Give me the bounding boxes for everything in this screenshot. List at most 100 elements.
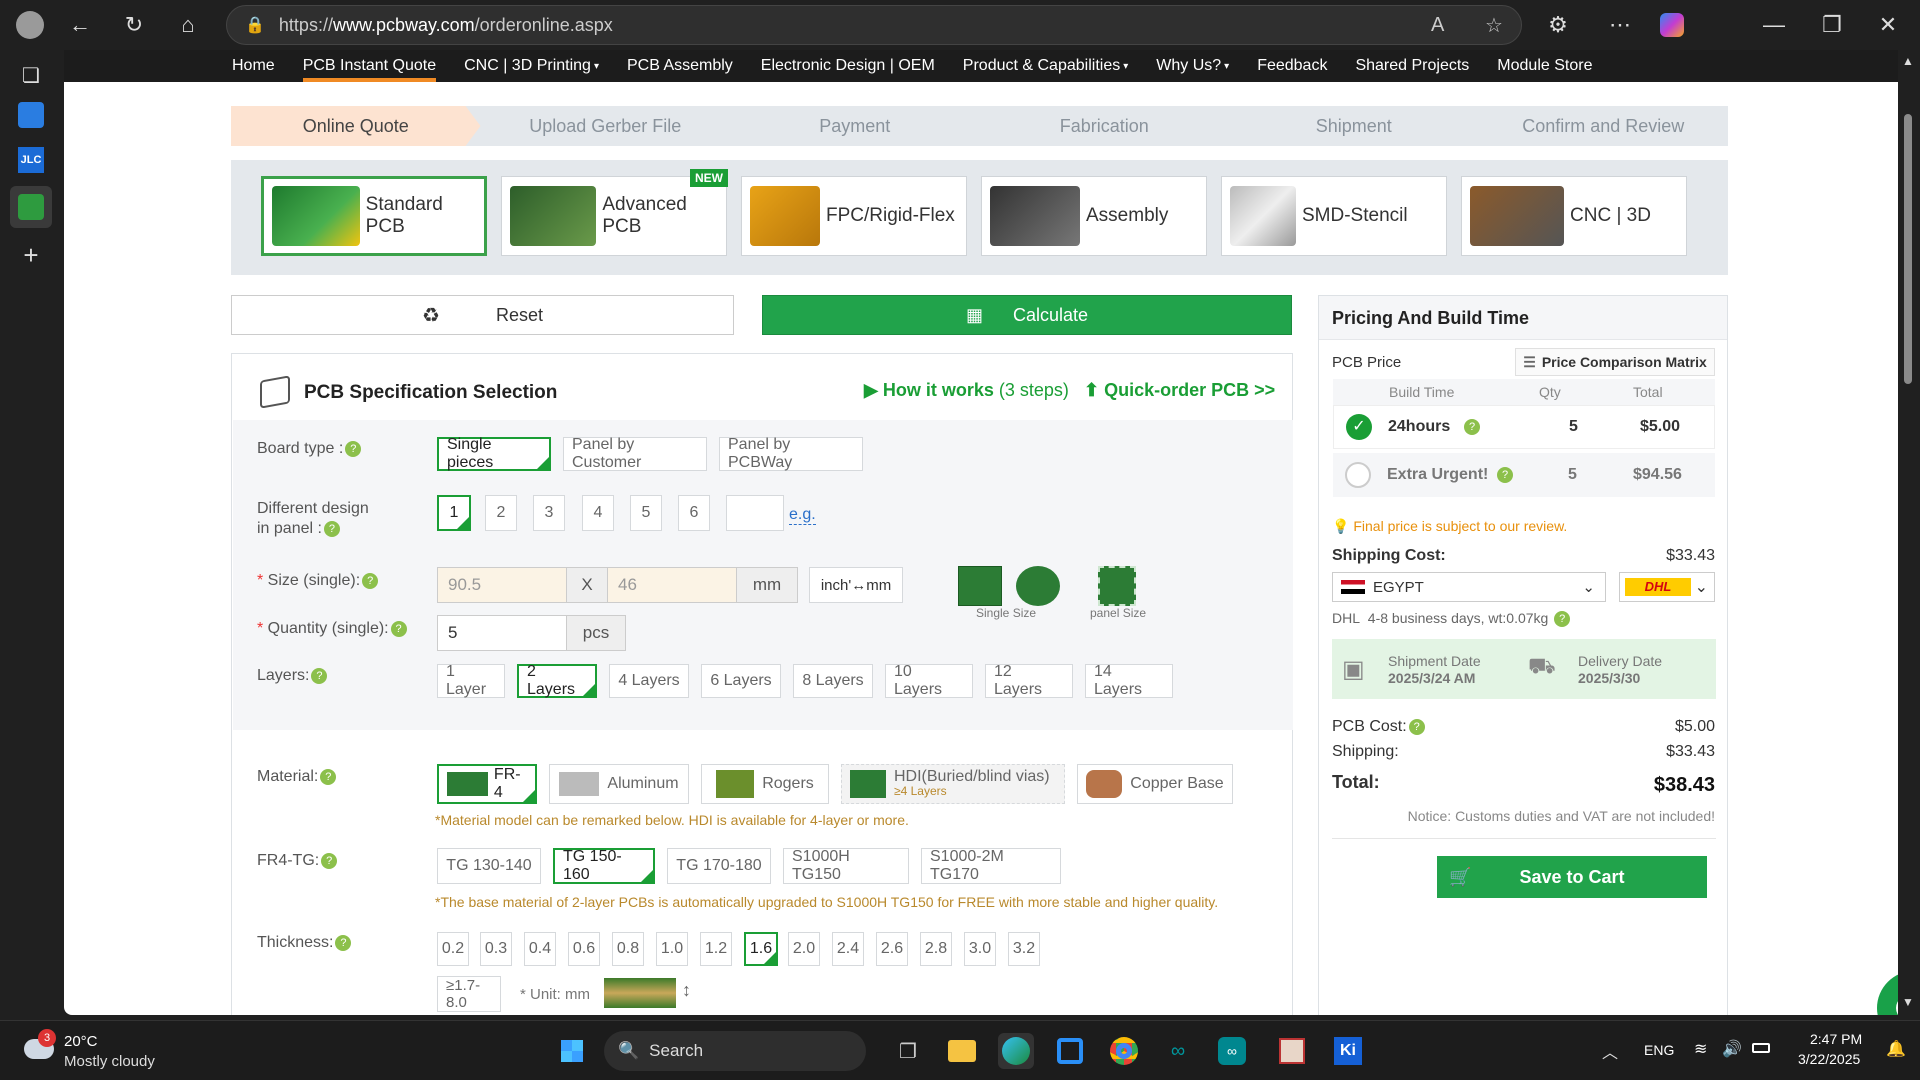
tg-130[interactable]: TG 130-140 — [437, 848, 541, 884]
eg-link[interactable]: e.g. — [789, 506, 816, 525]
board-type-single[interactable]: Single pieces — [437, 436, 551, 471]
thickness-option[interactable]: 3.0 — [964, 932, 996, 966]
thickness-option[interactable]: 3.2 — [1008, 932, 1040, 966]
thickness-option[interactable]: 2.6 — [876, 932, 908, 966]
product-smd-stencil[interactable]: SMD-Stencil — [1221, 176, 1447, 256]
weather-widget[interactable]: 3 20°C Mostly cloudy — [20, 1029, 180, 1073]
save-to-cart-button[interactable]: 🛒 Save to Cart — [1437, 856, 1707, 898]
clock-time[interactable]: 2:47 PM — [1810, 1031, 1862, 1047]
thickness-extra[interactable]: ≥1.7-8.0 — [437, 976, 501, 1012]
nav-cnc[interactable]: CNC | 3D Printing ▾ — [464, 50, 599, 82]
size-y-input[interactable]: 46 — [607, 567, 737, 603]
file-explorer-icon[interactable] — [944, 1033, 980, 1069]
nav-module-store[interactable]: Module Store — [1497, 50, 1592, 82]
thickness-option[interactable]: 2.8 — [920, 932, 952, 966]
nav-pcb-instant-quote[interactable]: PCB Instant Quote — [302, 50, 437, 82]
material-aluminum[interactable]: Aluminum — [549, 764, 689, 804]
quick-order-link[interactable]: ⬆ Quick-order PCB >> — [1084, 380, 1275, 401]
nav-why-us[interactable]: Why Us? ▾ — [1156, 50, 1229, 82]
close-icon[interactable]: ✕ — [1866, 3, 1910, 47]
arduino-icon[interactable]: ∞ — [1160, 1033, 1196, 1069]
thickness-option[interactable]: 0.2 — [437, 932, 469, 966]
thickness-option[interactable]: 0.4 — [524, 932, 556, 966]
nav-shared-projects[interactable]: Shared Projects — [1355, 50, 1469, 82]
layers-4[interactable]: 4 Layers — [609, 664, 689, 698]
thickness-option[interactable]: 1.2 — [700, 932, 732, 966]
country-select[interactable]: EGYPT ⌄ — [1332, 572, 1606, 602]
material-rogers[interactable]: Rogers — [701, 764, 829, 804]
notification-bell-icon[interactable]: 🔔 — [1886, 1039, 1906, 1059]
clock-date[interactable]: 3/22/2025 — [1798, 1051, 1860, 1067]
thickness-option[interactable]: 2.4 — [832, 932, 864, 966]
page-scrollbar[interactable]: ▲ ▼ — [1898, 50, 1920, 1015]
layers-2[interactable]: 2 Layers — [517, 663, 597, 698]
nav-electronic-design[interactable]: Electronic Design | OEM — [761, 50, 935, 82]
read-aloud-icon[interactable]: A — [1431, 14, 1444, 37]
calculate-button[interactable]: ▦ Calculate — [762, 295, 1292, 335]
layers-12[interactable]: 12 Layers — [985, 663, 1073, 698]
more-menu-icon[interactable]: ⋯ — [1598, 3, 1642, 47]
maximize-icon[interactable]: ❐ — [1810, 3, 1854, 47]
layers-10[interactable]: 10 Layers — [885, 663, 973, 698]
thickness-option[interactable]: 0.6 — [568, 932, 600, 966]
design-6[interactable]: 6 — [678, 495, 710, 531]
layers-6[interactable]: 6 Layers — [701, 664, 781, 698]
thickness-option[interactable]: 0.3 — [480, 932, 512, 966]
product-fpc-rigid-flex[interactable]: FPC/Rigid-Flex — [741, 176, 967, 256]
product-advanced-pcb[interactable]: Advanced PCB NEW — [501, 169, 728, 256]
unit-toggle-button[interactable]: inch'↔mm — [809, 567, 903, 603]
copilot-icon[interactable] — [1650, 3, 1694, 47]
thickness-option[interactable]: 2.0 — [788, 932, 820, 966]
sidebar-tab-pcbway[interactable] — [10, 186, 52, 228]
tg-s1000-2m[interactable]: S1000-2M TG170 — [921, 848, 1061, 884]
material-fr4[interactable]: FR-4 — [437, 764, 537, 804]
profile-avatar-icon[interactable] — [8, 3, 52, 47]
favorite-star-icon[interactable]: ☆ — [1485, 13, 1503, 38]
board-type-panel-pcbway[interactable]: Panel by PCBWay — [719, 436, 863, 471]
nav-pcb-assembly[interactable]: PCB Assembly — [627, 50, 733, 82]
address-bar[interactable]: 🔒 https://www.pcbway.com/orderonline.asp… — [226, 5, 1522, 45]
product-cnc-3d[interactable]: CNC | 3D — [1461, 176, 1687, 256]
design-3[interactable]: 3 — [533, 495, 565, 531]
scroll-thumb[interactable] — [1904, 114, 1912, 384]
new-tab-icon[interactable]: + — [14, 238, 48, 272]
layers-14[interactable]: 14 Layers — [1085, 663, 1173, 698]
thickness-option[interactable]: 0.8 — [612, 932, 644, 966]
kicad-icon[interactable]: Ki — [1330, 1033, 1366, 1069]
design-5[interactable]: 5 — [630, 495, 662, 531]
app-icon-1[interactable] — [1052, 1033, 1088, 1069]
task-view-icon[interactable]: ❐ — [890, 1033, 926, 1069]
nav-home[interactable]: Home — [232, 50, 275, 82]
edge-icon[interactable] — [998, 1033, 1034, 1069]
design-4[interactable]: 4 — [582, 495, 614, 531]
how-it-works-link[interactable]: ▶ How it works (3 steps) — [864, 380, 1069, 401]
design-1[interactable]: 1 — [437, 495, 471, 531]
live-chat-button[interactable] — [1877, 971, 1899, 1015]
carrier-select[interactable]: DHL ⌄ — [1619, 572, 1715, 602]
product-standard-pcb[interactable]: Standard PCB — [261, 176, 487, 256]
battery-icon[interactable] — [1752, 1043, 1770, 1053]
product-assembly[interactable]: Assembly — [981, 176, 1207, 256]
reset-button[interactable]: ♻ Reset — [231, 295, 734, 335]
tg-s1000h[interactable]: S1000H TG150 — [783, 848, 909, 884]
taskbar-search[interactable]: 🔍 Search — [604, 1031, 866, 1071]
tab-actions-icon[interactable]: ❏ — [14, 58, 48, 92]
sidebar-tab-1[interactable] — [14, 98, 48, 132]
nav-feedback[interactable]: Feedback — [1257, 50, 1327, 82]
quantity-input[interactable]: 5 — [437, 615, 567, 651]
design-2[interactable]: 2 — [485, 495, 517, 531]
home-icon[interactable]: ⌂ — [166, 3, 210, 47]
tg-170[interactable]: TG 170-180 — [667, 848, 771, 884]
sidebar-tab-jlc[interactable]: JLC — [14, 143, 48, 177]
build-time-24hours[interactable]: ✓ 24hours ? 5 $5.00 — [1333, 405, 1715, 449]
back-icon[interactable]: ← — [58, 3, 102, 47]
nav-product-capabilities[interactable]: Product & Capabilities ▾ — [963, 50, 1128, 82]
tray-overflow-icon[interactable]: ︿ — [1592, 1033, 1628, 1069]
thickness-option[interactable]: 1.0 — [656, 932, 688, 966]
material-copper-base[interactable]: Copper Base — [1077, 764, 1233, 804]
refresh-icon[interactable]: ↻ — [112, 3, 156, 47]
scroll-up-icon[interactable]: ▲ — [1902, 54, 1914, 68]
material-hdi[interactable]: HDI(Buried/blind vias) ≥4 Layers — [841, 764, 1065, 804]
design-custom-input[interactable] — [726, 495, 784, 531]
build-time-extra-urgent[interactable]: Extra Urgent! ? 5 $94.56 — [1333, 453, 1715, 497]
